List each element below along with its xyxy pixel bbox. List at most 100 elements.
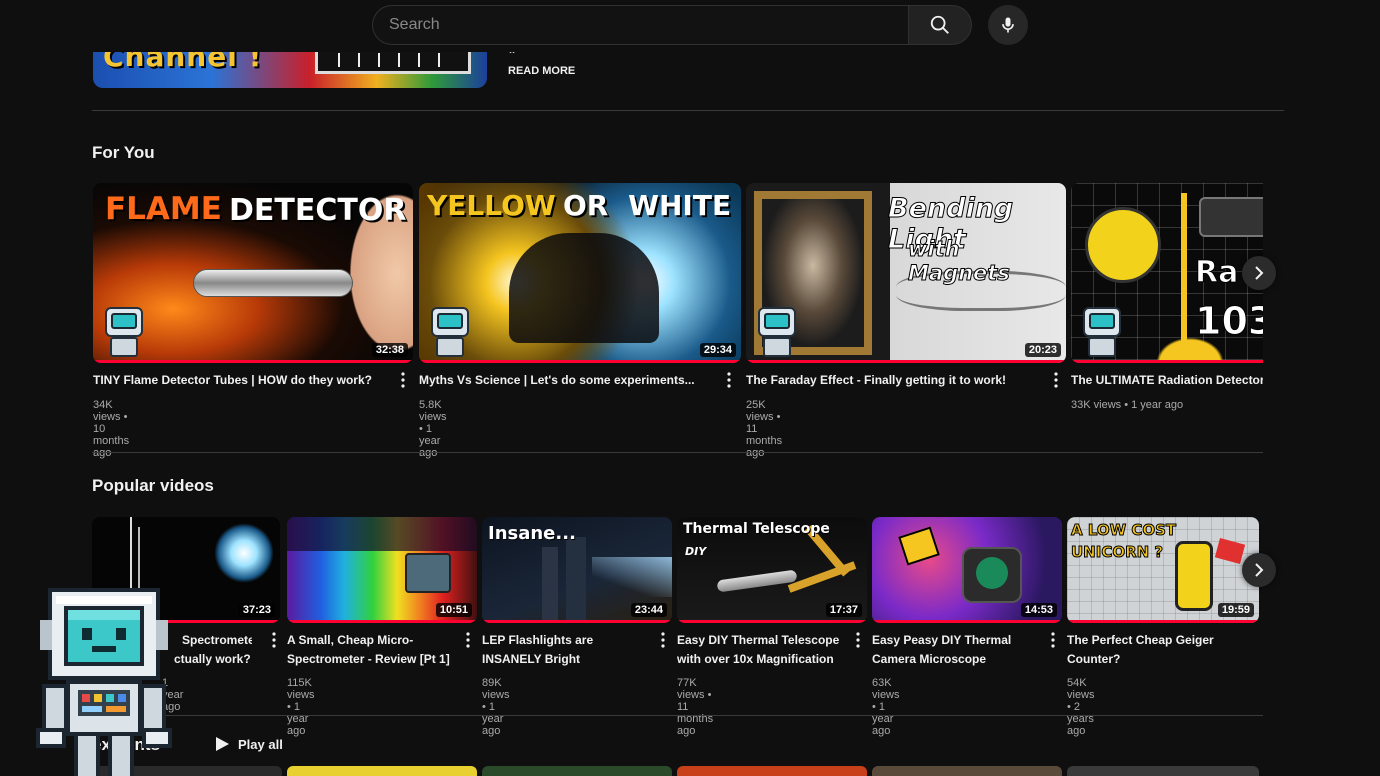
video-duration: 23:44 [630,603,667,617]
more-vert-icon [1054,372,1058,388]
video-title[interactable]: The Faraday Effect - Finally getting it … [746,371,1036,390]
video-duration: 32:38 [371,343,408,357]
video-thumbnail[interactable]: Bending Light with Magnets 20:23 [746,183,1066,363]
play-icon [216,737,229,751]
watch-progress-bar [1067,620,1259,623]
video-menu-button[interactable] [722,370,736,390]
video-title[interactable]: TINY Flame Detector Tubes | HOW do they … [93,371,383,390]
video-thumbnail[interactable] [1067,766,1259,776]
chevron-right-icon [1255,266,1264,280]
video-menu-button[interactable] [396,370,410,390]
view-count: 89K views [482,677,510,701]
thumbnail-text: Insane... [488,523,576,544]
thumbnail-text: Thermal Telescope [683,521,830,537]
video-thumbnail[interactable]: Thermal Telescope DIY 17:37 [677,517,867,623]
video-thumbnail[interactable]: Insane... 23:44 [482,517,672,623]
search-icon [930,15,949,34]
shelf-next-button[interactable] [1242,553,1276,587]
thumbnail-text: FLAME [105,191,222,227]
video-thumbnail[interactable] [287,766,477,776]
video-title[interactable]: The Perfect Cheap Geiger Counter? [1067,631,1237,669]
video-thumbnail[interactable]: FLAME DETECTOR 32:38 [93,183,413,363]
video-title[interactable]: The ULTIMATE Radiation Detector [1071,371,1263,390]
video-menu-button[interactable] [461,630,475,650]
video-thumbnail[interactable] [482,766,672,776]
video-thumbnail[interactable] [677,766,867,776]
video-thumbnail[interactable]: YELLOW OR WHITE 29:34 [419,183,741,363]
thumbnail-text: Ra [1194,255,1239,291]
divider [92,715,1263,716]
upload-age: 1 year ago [872,701,894,737]
upload-age: 11 months ago [677,701,714,737]
more-vert-icon [727,372,731,388]
thumbnail-text: YELLOW [427,189,556,222]
thumbnail-text: with Magnets [908,237,1011,286]
video-title-line: Easy Peasy DIY Thermal [872,633,1012,647]
play-all-button[interactable]: Play all [214,736,283,752]
divider [92,110,1284,111]
view-count: 25K views [746,399,774,423]
chevron-right-icon [1255,563,1264,577]
channel-mascot-icon [754,307,800,359]
video-thumbnail[interactable]: A LOW COST UNICORN ? 19:59 [1067,517,1259,623]
video-title[interactable]: Myths Vs Science | Let's do some experim… [419,371,709,390]
video-menu-button[interactable] [267,630,281,650]
upload-age: 1 year ago [287,701,309,737]
video-duration: 14:53 [1020,603,1057,617]
divider [92,452,1263,453]
video-title[interactable]: LEP Flashlights are INSANELY Bright [482,631,652,669]
channel-mascot-icon [1079,307,1125,359]
view-count: 54K views [1067,677,1095,701]
video-card: Ra 103 The ULTIMATE Radiation Detector 3… [1071,183,1263,423]
video-thumbnail[interactable]: 14:53 [872,517,1062,623]
video-title[interactable]: Easy Peasy DIY Thermal Camera Microscope [872,631,1042,669]
play-all-label: Play all [238,736,283,752]
video-title-line: Spectrometer - Review [Pt 1] [287,652,450,666]
video-meta: 77K views • 11 months ago [677,677,714,737]
video-menu-button[interactable] [1046,630,1060,650]
more-vert-icon [401,372,405,388]
watch-progress-bar [1071,360,1263,363]
shelf-next-button[interactable] [1242,256,1276,290]
video-duration: 10:51 [435,603,472,617]
mic-icon [1002,17,1014,33]
view-count: 63K views [872,677,900,701]
search-box[interactable] [372,5,908,45]
search-input[interactable] [373,6,908,44]
watch-progress-bar [872,620,1062,623]
video-meta: 54K views • 2 years ago [1067,677,1095,737]
view-count: 5.8K views [419,399,447,423]
video-thumbnail[interactable]: Ra 103 [1071,183,1263,363]
upload-age: 11 months ago [746,423,783,459]
upload-age: 1 year ago [482,701,504,737]
video-title-line: INSANELY Bright [482,652,581,666]
more-vert-icon [1051,632,1055,648]
view-count: 33K views [1071,399,1122,411]
video-title-line: LEP Flashlights are [482,633,594,647]
watch-progress-bar [482,620,672,623]
view-count: 77K views [677,677,705,701]
thumbnail-text: DETECTOR [229,193,407,228]
video-meta: 5.8K views • 1 year ago [419,399,447,459]
video-meta: 25K views • 11 months ago [746,399,783,459]
voice-search-button[interactable] [988,5,1028,45]
video-meta: 63K views • 1 year ago [872,677,900,737]
video-title[interactable]: Easy DIY Thermal Telescope with over 10x… [677,631,847,669]
watch-progress-bar [419,360,741,363]
section-title-popular: Popular videos [92,476,214,495]
video-thumbnail[interactable] [872,766,1062,776]
video-thumbnail[interactable]: 10:51 [287,517,477,623]
read-more-link[interactable]: READ MORE [508,65,575,77]
video-menu-button[interactable] [656,630,670,650]
video-meta: 89K views • 1 year ago [482,677,510,737]
video-title[interactable]: A Small, Cheap Micro- Spectrometer - Rev… [287,631,457,669]
channel-mascot-icon [427,307,473,359]
video-title-line: The Perfect Cheap Geiger [1067,633,1214,647]
thumbnail-text: DIY [685,545,707,558]
search-button[interactable] [908,5,972,45]
video-menu-button[interactable] [851,630,865,650]
video-menu-button[interactable] [1049,370,1063,390]
video-title-line: Easy DIY Thermal Telescope [677,633,840,647]
upload-age: 1 year ago [419,423,441,459]
thumbnail-text: 103 [1194,299,1263,344]
